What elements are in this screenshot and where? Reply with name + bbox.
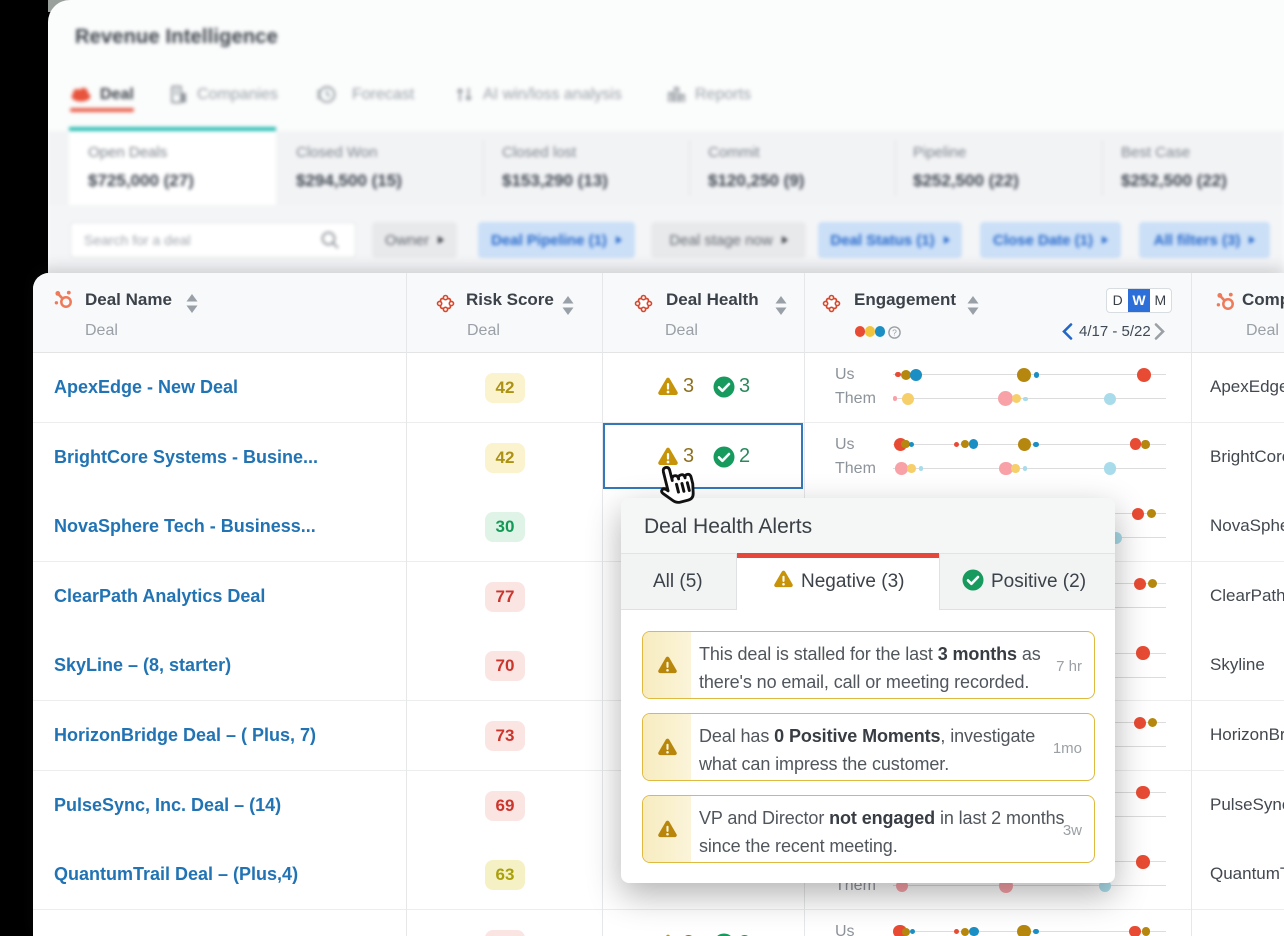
svg-text:?: ? xyxy=(892,327,897,337)
